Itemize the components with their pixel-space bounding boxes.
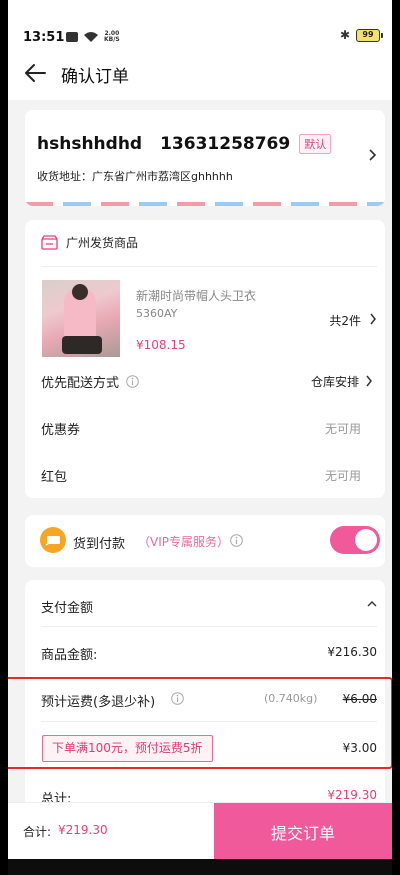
address-line: 收货地址：广东省广州市荔湾区ghhhhh [37,170,233,183]
product-sku: 5360AY [136,307,178,320]
redpacket-value: 无可用 [324,468,361,483]
product-count[interactable]: 共2件 [329,312,361,329]
network-speed: 2.00 KB/S [104,30,120,43]
shipping-weight: (0.740kg) [264,692,318,705]
cod-toggle[interactable] [330,526,380,554]
delivery-method-row[interactable]: 优先配送方式 仓库安排 [41,366,375,396]
shipping-original-price: ¥6.00 [342,692,377,706]
submit-order-button[interactable]: 提交订单 [214,803,392,860]
payment-card: 支付金额 商品金额: ¥216.30 预计运费(多退少补) (0.740kg) … [25,580,385,820]
airmail-border [25,202,385,206]
delivery-method-label: 优先配送方式 [41,375,120,391]
bluetooth-icon: ✱ [339,28,350,42]
goods-card: 广州发货商品 新潮时尚带帽人头卫衣 5360AY ¥108.15 共2件 优先配… [25,220,385,498]
product-price: ¥108.15 [136,338,186,352]
store-icon [41,235,58,250]
chevron-right-icon[interactable] [367,148,377,162]
total-value: ¥219.30 [327,788,377,802]
address-name-row: hshshhdhd 13631258769 默认 [37,134,332,154]
recipient-name: hshshhdhd [37,134,143,154]
battery-icon: 99 [356,28,383,42]
status-icons-left: 2.00 KB/S [66,31,120,43]
status-icons-right: ✱ 99 [339,28,383,42]
message-icon [66,32,78,42]
info-icon[interactable] [126,374,139,388]
address-card[interactable]: hshshhdhd 13631258769 默认 收货地址：广东省广州市荔湾区g… [25,110,385,206]
system-nav-bar [8,859,392,875]
shipping-promo-value: ¥3.00 [342,741,377,755]
status-time: 13:51 [23,30,65,45]
store-name: 广州发货商品 [66,236,139,250]
delivery-method-value: 仓库安排 [310,374,359,389]
bottom-bar: 合计: ¥219.30 提交订单 [8,802,392,860]
status-bar: 13:51 2.00 KB/S ✱ 99 [8,0,392,46]
coupon-row[interactable]: 优惠券 无可用 [41,413,375,443]
divider [41,721,377,722]
chevron-right-icon[interactable] [369,313,377,325]
divider [41,626,377,627]
phone-screen: 13:51 2.00 KB/S ✱ 99 确认订单 hshshhdhd 13631… [8,0,392,875]
store-row: 广州发货商品 [41,234,138,251]
cod-label: 货到付款 [73,537,126,552]
back-arrow-icon[interactable] [24,63,46,83]
sum-label: 合计: [23,825,52,839]
redpacket-label: 红包 [41,469,68,485]
shipping-label: 预计运费(多退少补) [41,695,156,710]
divider [41,266,377,267]
payment-title: 支付金额 [41,601,94,616]
recipient-phone: 13631258769 [160,134,291,154]
page-title: 确认订单 [61,67,129,87]
cod-vip-note: （VIP专属服务） [138,535,229,549]
coupon-label: 优惠券 [41,422,81,438]
product-image[interactable] [42,280,120,357]
cod-icon [40,527,66,553]
page-header: 确认订单 [8,46,392,100]
cod-card: 货到付款 （VIP专属服务） [25,515,385,567]
redpacket-row[interactable]: 红包 无可用 [41,460,375,490]
info-icon[interactable] [171,692,184,705]
chevron-right-icon[interactable] [365,375,373,387]
goods-amount-value: ¥216.30 [327,645,377,659]
toggle-knob [355,529,377,551]
wifi-icon [84,32,98,42]
coupon-value: 无可用 [324,421,361,436]
product-title[interactable]: 新潮时尚带帽人头卫衣 [136,287,256,304]
sum-value: ¥219.30 [58,823,108,837]
goods-amount-label: 商品金额: [41,648,98,663]
shipping-promo-tag: 下单满100元，预付运费5折 [42,735,213,762]
default-badge: 默认 [299,134,332,154]
chevron-up-icon[interactable] [367,600,377,608]
info-icon[interactable] [230,534,243,547]
